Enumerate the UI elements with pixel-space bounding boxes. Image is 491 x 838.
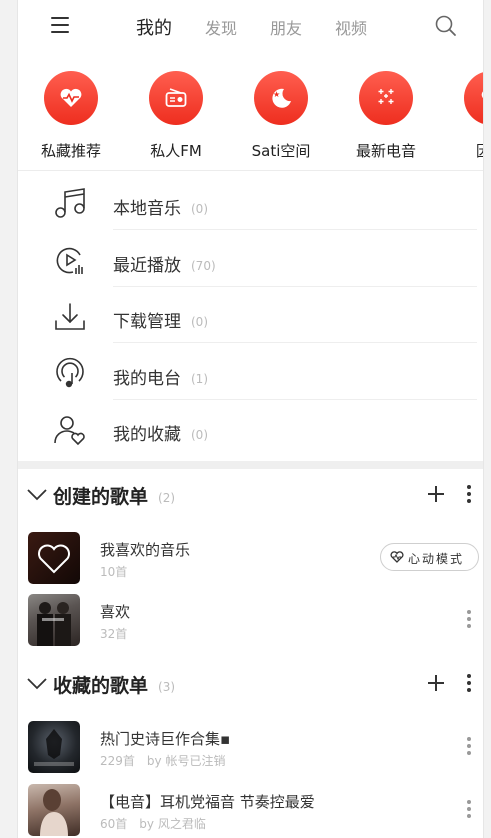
top-bar: 我的 发现 朋友 视频 [18, 0, 483, 52]
search-icon[interactable] [434, 14, 458, 38]
sparkles-icon [359, 71, 413, 125]
quick-item-sati-space[interactable]: ★ Sati空间 [236, 70, 326, 161]
tab-video[interactable]: 视频 [335, 15, 367, 40]
quick-item-private-recommend[interactable]: 私藏推荐 [26, 70, 116, 161]
chevron-down-icon[interactable] [27, 487, 47, 501]
quick-item-yinle[interactable]: 因乐 [446, 70, 483, 161]
playlist-title: 热门史诗巨作合集▪ [100, 730, 231, 748]
row-count: (0) [191, 428, 208, 442]
music-note-icon [52, 186, 88, 222]
more-vertical-icon[interactable] [466, 608, 472, 630]
playlist-title: 【电音】耳机党福音 节奏控最爱 [100, 793, 315, 811]
hamburger-menu-icon[interactable] [51, 16, 71, 34]
podcast-icon [52, 356, 88, 392]
playlist-title: 我喜欢的音乐 [100, 541, 191, 559]
heart-icon [464, 71, 483, 125]
created-playlists-header: 创建的歌单 (2) [18, 477, 483, 513]
row-count: (1) [191, 372, 208, 386]
playlist-track-count: 32首 [100, 627, 128, 641]
playlist-row[interactable]: 【电音】耳机党福音 节奏控最爱 60首 by 风之君临 [18, 782, 483, 838]
user-heart-icon [52, 412, 88, 448]
phone-screen: 我的 发现 朋友 视频 私藏推荐 私人FM ★ Sati空间 最新电音 本地音乐… [17, 0, 484, 838]
library-row-my-collection[interactable]: 我的收藏 (0) [18, 400, 483, 456]
section-count: (2) [158, 491, 176, 505]
playlist-cover [28, 721, 80, 773]
row-label: 我的收藏 [113, 425, 181, 445]
more-vertical-icon[interactable] [464, 671, 474, 695]
quick-item-new-edm[interactable]: 最新电音 [341, 70, 431, 161]
row-label: 本地音乐 [113, 199, 181, 219]
collected-playlists-header: 收藏的歌单 (3) [18, 666, 483, 702]
row-label: 下载管理 [113, 312, 181, 332]
library-row-downloads[interactable]: 下载管理 (0) [18, 287, 483, 343]
more-vertical-icon[interactable] [466, 735, 472, 757]
library-row-my-radio[interactable]: 我的电台 (1) [18, 344, 483, 400]
playlist-cover [28, 532, 80, 584]
svg-text:★: ★ [273, 90, 280, 99]
row-label: 我的电台 [113, 369, 181, 389]
playlist-track-count: 60首 [100, 817, 128, 831]
heart-pulse-icon [390, 551, 404, 563]
tab-discover[interactable]: 发现 [205, 15, 237, 40]
add-playlist-icon[interactable] [426, 484, 446, 504]
quick-label: Sati空间 [251, 142, 311, 160]
playlist-creator: by 帐号已注销 [146, 754, 226, 768]
add-playlist-icon[interactable] [426, 673, 446, 693]
row-label: 最近播放 [113, 256, 181, 276]
row-count: (0) [191, 315, 208, 329]
heart-outline-icon [38, 544, 70, 574]
download-icon [52, 299, 88, 335]
section-title: 收藏的歌单 [53, 675, 149, 697]
quick-item-private-fm[interactable]: 私人FM [131, 70, 221, 161]
section-title: 创建的歌单 [53, 486, 149, 508]
row-count: (70) [191, 259, 216, 273]
section-count: (3) [158, 680, 176, 694]
tab-mine[interactable]: 我的 [136, 14, 172, 40]
row-divider [113, 342, 477, 343]
quick-label: 私藏推荐 [40, 142, 101, 160]
playlist-row[interactable]: 喜欢 32首 [18, 592, 483, 648]
section-gap [18, 461, 483, 469]
playlist-track-count: 10首 [100, 565, 128, 579]
more-vertical-icon[interactable] [464, 482, 474, 506]
tab-friends[interactable]: 朋友 [270, 15, 302, 40]
row-divider [113, 229, 477, 230]
top-tabs: 我的 发现 朋友 视频 [136, 15, 400, 40]
chevron-down-icon[interactable] [27, 676, 47, 690]
recent-play-icon [52, 243, 88, 279]
heart-mode-button[interactable]: 心动模式 [380, 543, 479, 571]
playlist-cover [28, 784, 80, 836]
playlist-creator: by 风之君临 [139, 817, 206, 831]
playlist-cover [28, 594, 80, 646]
moon-star-icon: ★ [254, 71, 308, 125]
quick-label: 私人FM [150, 142, 202, 160]
heart-mode-label: 心动模式 [408, 552, 465, 566]
divider [18, 170, 483, 171]
library-row-local-music[interactable]: 本地音乐 (0) [18, 174, 483, 230]
quick-label: 最新电音 [355, 142, 416, 160]
library-row-recent-play[interactable]: 最近播放 (70) [18, 231, 483, 287]
more-vertical-icon[interactable] [466, 798, 472, 820]
playlist-title: 喜欢 [100, 603, 131, 621]
row-count: (0) [191, 202, 208, 216]
playlist-track-count: 229首 [100, 754, 135, 768]
quick-label: 因乐 [446, 140, 483, 161]
heart-pulse-icon [44, 71, 98, 125]
quick-access-bar: 私藏推荐 私人FM ★ Sati空间 最新电音 因乐 [18, 70, 483, 170]
playlist-row[interactable]: 我喜欢的音乐 10首 心动模式 [18, 530, 483, 586]
playlist-row[interactable]: 热门史诗巨作合集▪ 229首 by 帐号已注销 [18, 719, 483, 775]
radio-icon [149, 71, 203, 125]
